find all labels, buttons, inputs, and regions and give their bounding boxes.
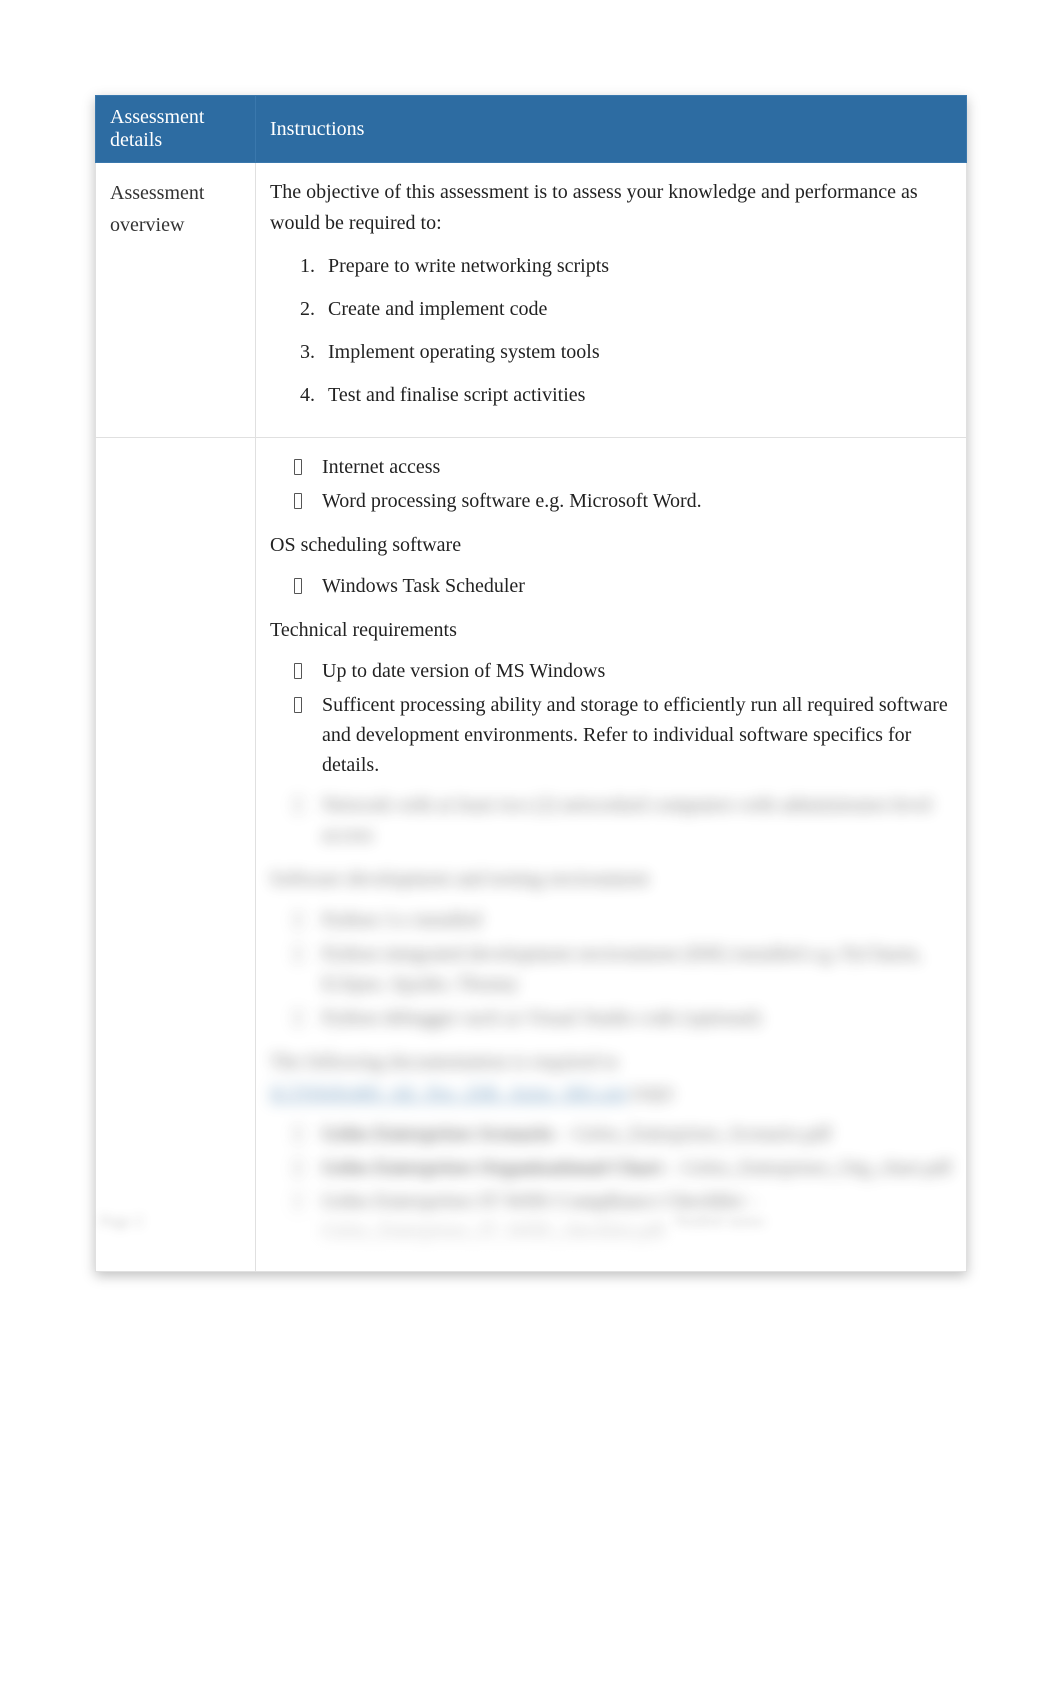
list-item: Word processing software e.g. Microsoft … [294, 486, 952, 516]
list-item: Up to date version of MS Windows [294, 656, 952, 686]
list-item: Prepare to write networking scripts [320, 251, 952, 282]
blurred-para-text: The following documentation is required … [270, 1051, 618, 1073]
blurred-suffix: (zip): [627, 1082, 675, 1104]
table-header-row: Assessment details Instructions [96, 96, 967, 163]
blurred-list-2: Python 3.x installed Python integrated d… [270, 905, 952, 1033]
document-page: Assessment details Instructions Assessme… [0, 0, 1062, 1272]
blurred-link: ICTNWK409_AE_Pro_2SR_Appx_SR1.zip [270, 1082, 627, 1104]
file-bold: Gelos Enterprises Organisational Chart [322, 1157, 663, 1179]
list-item: Network with at least two (2) networked … [294, 790, 952, 850]
footer-page-number: Page 2 [95, 1213, 143, 1231]
blurred-para: The following documentation is required … [270, 1047, 952, 1109]
blurred-list-1: Network with at least two (2) networked … [270, 790, 952, 850]
header-assessment-details: Assessment details [96, 96, 256, 163]
list-item: Implement operating system tools [320, 337, 952, 368]
file-rest: – Gelos_Enterprises_Org_chart.pdf [663, 1157, 952, 1179]
resources-content: Internet access Word processing software… [256, 438, 967, 1272]
technical-heading: Technical requirements [270, 615, 952, 646]
resources-label-empty [96, 438, 256, 1272]
assessment-table: Assessment details Instructions Assessme… [95, 95, 967, 1272]
footer-student-name: Student name: [675, 1213, 967, 1231]
overview-content: The objective of this assessment is to a… [256, 163, 967, 438]
header-instructions: Instructions [256, 96, 967, 163]
list-item: Internet access [294, 452, 952, 482]
list-item: Windows Task Scheduler [294, 571, 952, 601]
scheduling-list: Windows Task Scheduler [270, 571, 952, 601]
overview-label: Assessment overview [96, 163, 256, 438]
overview-intro: The objective of this assessment is to a… [270, 177, 952, 239]
overview-list: Prepare to write networking scripts Crea… [270, 251, 952, 411]
technical-list: Up to date version of MS Windows Suffice… [270, 656, 952, 780]
list-item: Python integrated development environmen… [294, 939, 952, 999]
page-footer: Page 2 Student name: [95, 1213, 967, 1231]
overview-row: Assessment overview The objective of thi… [96, 163, 967, 438]
top-bullet-list: Internet access Word processing software… [270, 452, 952, 516]
list-item: Sufficent processing ability and storage… [294, 690, 952, 780]
resources-row: Internet access Word processing software… [96, 438, 967, 1272]
file-bold: Gelos Enterprises Scenario [322, 1123, 553, 1145]
blurred-content: Network with at least two (2) networked … [270, 790, 952, 1247]
list-item: Gelos Enterprises Scenario – Gelos_Enter… [294, 1119, 952, 1149]
list-item: Python 3.x installed [294, 905, 952, 935]
scheduling-heading: OS scheduling software [270, 530, 952, 561]
blurred-heading: Software development and testing environ… [270, 864, 952, 895]
list-item: Create and implement code [320, 294, 952, 325]
file-bold: Gelos Enterprises IT WHS Compliance Chec… [322, 1191, 743, 1213]
list-item: Test and finalise script activities [320, 380, 952, 411]
file-rest: – Gelos_Enterprises_Scenario.pdf [553, 1123, 831, 1145]
list-item: Gelos Enterprises Organisational Chart –… [294, 1153, 952, 1183]
list-item: Python debugger such as Visual Studio co… [294, 1003, 952, 1033]
